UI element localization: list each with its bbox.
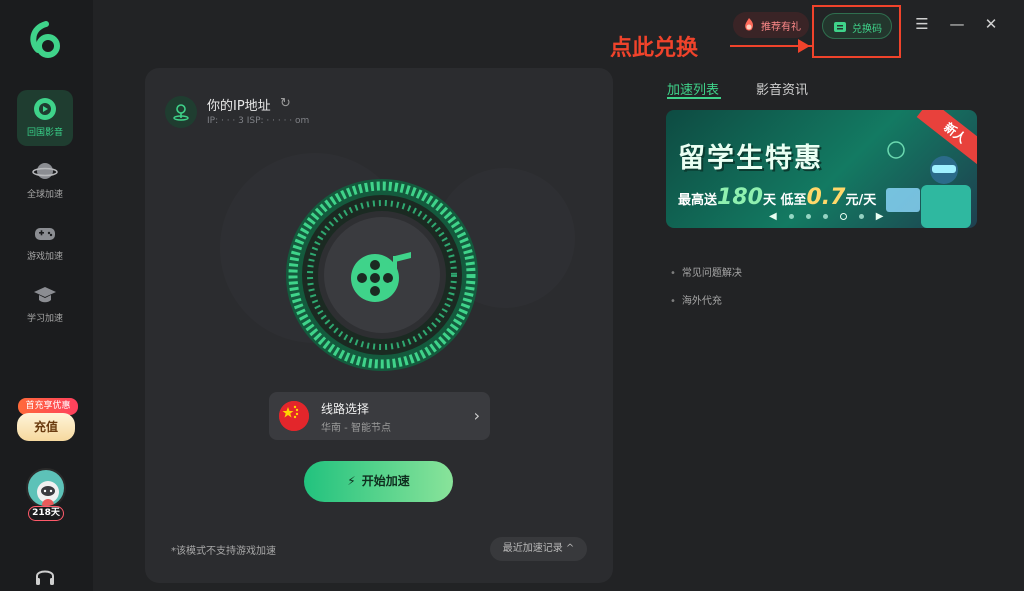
recharge-button[interactable]: 充值 [17,413,75,441]
ip-title: 你的IP地址 [207,99,271,114]
active-tab-indicator [667,97,721,99]
recent-history-button[interactable]: 最近加速记录 ^ [490,537,587,561]
accelerator-card: 你的IP地址 ↻ IP: · · · 3 ISP: · · · · · om 线… [145,68,613,583]
music-play-icon [34,98,56,120]
carousel-prev-icon[interactable]: ◀ [769,211,777,222]
carousel-dot[interactable] [788,213,794,219]
sidebar-item-label: 游戏加速 [26,252,63,262]
chevron-right-icon: › [473,406,480,425]
annotation-arrow-head [798,39,810,53]
refresh-icon[interactable]: ↻ [280,96,294,111]
accelerate-disc-icon[interactable] [285,178,479,372]
tab-media-news[interactable]: 影音资讯 [756,79,808,98]
graduation-cap-icon [34,287,56,303]
banner-days: 180 [717,185,763,210]
annotation-text: 点此兑换 [610,36,699,61]
faq-link[interactable]: 常见问题解决 [670,264,742,279]
planet-icon [32,163,58,179]
sidebar-item-study[interactable]: 学习加速 [17,276,73,332]
china-flag-icon [279,401,309,431]
sidebar-item-music[interactable]: 回国影音 [17,90,73,146]
astronaut-avatar-icon [37,481,59,506]
app-logo-icon[interactable] [26,18,68,60]
gamepad-icon [35,228,55,240]
start-label: 开始加速 [361,474,410,488]
sidebar-item-label: 回国影音 [26,128,63,138]
banner-suffix: 元/天 [845,193,877,208]
start-accelerate-button[interactable]: ⚡ 开始加速 [304,461,453,502]
minimize-icon[interactable]: — [947,14,967,34]
mode-note: *该模式不支持游戏加速 [171,546,276,557]
sidebar-item-global[interactable]: 全球加速 [17,152,73,208]
route-title: 线路选择 [321,402,370,416]
carousel-dot[interactable] [822,213,828,219]
ip-address-info: IP: · · · 3 ISP: · · · · · om [207,116,310,126]
tab-speed-list[interactable]: 加速列表 [667,79,719,98]
promo-banner[interactable]: 留学生特惠 最高送180天 低至0.7元/天 新人 ◀ ▶ [666,110,977,228]
banner-mid: 天 低至 [762,193,807,208]
gift-icon [745,18,753,31]
sidebar-item-label: 全球加速 [26,190,63,200]
banner-prefix: 最高送 [678,193,718,208]
route-selector[interactable]: 线路选择 华南 - 智能节点 › [269,392,490,440]
referral-button[interactable]: 推荐有礼 [733,12,809,38]
lightning-icon: ⚡ [347,474,356,488]
banner-title: 留学生特惠 [678,143,823,174]
menu-icon[interactable]: ☰ [912,14,932,34]
carousel-dot[interactable] [858,213,864,219]
referral-label: 推荐有礼 [761,22,801,33]
carousel-dot[interactable] [805,213,811,219]
carousel-dots: ◀ ▶ [769,211,884,222]
carousel-dot-active[interactable] [839,212,847,220]
avatar[interactable] [26,468,66,508]
headset-icon[interactable] [34,566,56,586]
route-node: 华南 - 智能节点 [321,423,391,434]
location-pin-icon [165,96,197,128]
annotation-highlight-box [812,5,901,58]
banner-subtitle: 最高送180天 低至0.7元/天 [678,185,876,210]
sidebar-item-game[interactable]: 游戏加速 [17,214,73,270]
overseas-recharge-link[interactable]: 海外代充 [670,292,722,307]
vip-days-badge: 218天 [28,506,64,521]
sidebar: 回国影音 全球加速 游戏加速 学习加速 首充享优惠 充值 218天 [0,0,93,591]
carousel-next-icon[interactable]: ▶ [876,211,884,222]
sidebar-item-label: 学习加速 [26,314,63,324]
banner-price: 0.7 [806,185,846,210]
close-icon[interactable]: ✕ [981,14,1001,34]
